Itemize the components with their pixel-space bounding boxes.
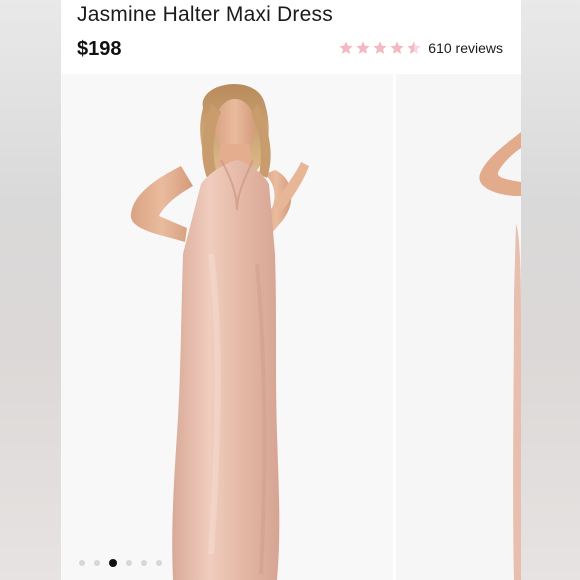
review-count-link[interactable]: 610 reviews bbox=[428, 40, 503, 56]
gallery-pagination bbox=[79, 559, 162, 567]
blurred-background-left bbox=[0, 0, 61, 580]
star-icon bbox=[356, 41, 370, 54]
product-image-gallery[interactable] bbox=[61, 74, 521, 580]
star-icon bbox=[373, 41, 387, 54]
star-icon bbox=[390, 41, 404, 54]
gallery-dot[interactable] bbox=[141, 560, 147, 566]
star-rating bbox=[338, 40, 422, 56]
half-star-icon bbox=[407, 41, 421, 54]
product-photo-current[interactable] bbox=[61, 74, 393, 580]
rating-summary[interactable]: 610 reviews bbox=[338, 40, 503, 56]
model-in-dress-image bbox=[61, 74, 393, 580]
product-header: Jasmine Halter Maxi Dress $198 610 revie… bbox=[61, 0, 521, 74]
product-card: Jasmine Halter Maxi Dress $198 610 revie… bbox=[61, 0, 521, 580]
star-icon bbox=[339, 41, 353, 54]
next-photo-preview-image bbox=[396, 74, 521, 580]
product-title: Jasmine Halter Maxi Dress bbox=[77, 3, 333, 26]
blurred-background-right bbox=[521, 0, 580, 580]
gallery-dot-active[interactable] bbox=[109, 559, 117, 567]
screenshot: Jasmine Halter Maxi Dress $198 610 revie… bbox=[0, 0, 580, 580]
gallery-dot[interactable] bbox=[126, 560, 132, 566]
gallery-dot[interactable] bbox=[79, 560, 85, 566]
product-photo-next[interactable] bbox=[396, 74, 521, 580]
gallery-dot[interactable] bbox=[156, 560, 162, 566]
gallery-dot[interactable] bbox=[94, 560, 100, 566]
product-price: $198 bbox=[77, 38, 122, 60]
